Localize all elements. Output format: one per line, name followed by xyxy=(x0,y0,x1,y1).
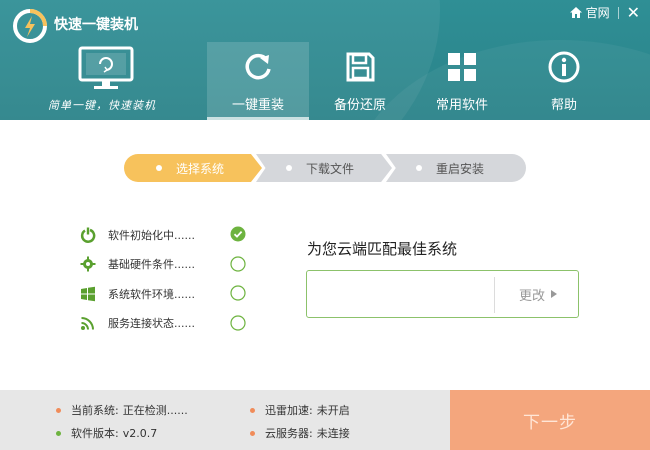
step-label: 下载文件 xyxy=(306,161,355,176)
step-progress: 选择系统 下载文件 重启安装 xyxy=(124,154,526,182)
status-key: 软件版本: xyxy=(71,427,119,440)
floppy-disk-icon xyxy=(346,52,375,82)
check-pending-icon xyxy=(230,314,246,331)
signal-icon xyxy=(81,317,94,331)
step-dot xyxy=(416,165,422,171)
app-header: 快速一键装机 官网 ✕ 简单一键，快速装机 一键重装 备份还原 常用软件 帮助 xyxy=(0,0,650,120)
website-link[interactable]: 官网 xyxy=(569,4,610,21)
monitor-icon xyxy=(78,46,134,89)
power-icon xyxy=(80,227,96,243)
main-nav: 一键重装 备份还原 常用软件 帮助 xyxy=(207,42,615,120)
match-divider xyxy=(494,277,495,313)
play-arrow-icon xyxy=(551,290,557,298)
change-label: 更改 xyxy=(518,288,545,304)
nav-label: 帮助 xyxy=(550,98,577,113)
top-bar: 官网 ✕ xyxy=(569,4,640,21)
status-value: 未开启 xyxy=(316,404,350,417)
step-dot xyxy=(156,165,162,171)
step-reboot-install: 重启安装 xyxy=(386,154,526,182)
matched-system-field[interactable] xyxy=(313,279,491,309)
list-item: 软件初始化中...... xyxy=(80,220,250,250)
home-icon xyxy=(569,7,582,18)
bullet-icon xyxy=(250,407,255,413)
check-label: 服务连接状态...... xyxy=(108,317,195,331)
status-key: 迅雷加速: xyxy=(265,404,313,417)
software-version-status: 软件版本: v2.0.7 xyxy=(56,425,157,441)
topbar-divider xyxy=(617,6,619,19)
thunder-accel-status: 迅雷加速: 未开启 xyxy=(250,402,350,418)
nav-one-click-reinstall[interactable]: 一键重装 xyxy=(207,42,309,120)
windows-icon xyxy=(81,286,95,301)
status-footer: 当前系统: 正在检测...... 软件版本: v2.0.7 迅雷加速: 未开启 … xyxy=(0,390,650,450)
nav-label: 备份还原 xyxy=(333,98,386,113)
bullet-icon xyxy=(250,430,255,436)
nav-common-software[interactable]: 常用软件 xyxy=(411,42,513,120)
bullet-icon xyxy=(56,407,61,413)
environment-check-list: 软件初始化中...... 基础硬件条件...... 系统软件环境...... 服… xyxy=(80,220,250,338)
step-label: 重启安装 xyxy=(436,161,485,176)
step-dot xyxy=(286,165,292,171)
check-label: 基础硬件条件...... xyxy=(108,258,195,272)
step-label: 选择系统 xyxy=(176,161,225,176)
app-logo-icon xyxy=(13,9,47,43)
list-item: 基础硬件条件...... xyxy=(80,250,250,280)
app-title: 快速一键装机 xyxy=(54,17,138,33)
check-done-icon xyxy=(230,226,246,242)
close-button[interactable]: ✕ xyxy=(627,4,640,20)
list-item: 服务连接状态...... xyxy=(80,309,250,339)
nav-label: 一键重装 xyxy=(231,98,284,113)
status-key: 云服务器: xyxy=(265,427,313,440)
status-value: 正在检测...... xyxy=(122,404,188,417)
bullet-icon xyxy=(56,430,61,436)
step-select-system: 选择系统 xyxy=(124,154,262,182)
check-label: 系统软件环境...... xyxy=(108,287,195,301)
status-key: 当前系统: xyxy=(71,404,119,417)
info-icon xyxy=(548,51,580,83)
website-label: 官网 xyxy=(585,6,610,20)
step-download-files: 下载文件 xyxy=(256,154,392,182)
status-value: v2.0.7 xyxy=(122,426,158,440)
next-step-button[interactable]: 下一步 xyxy=(450,390,650,450)
check-label: 软件初始化中...... xyxy=(108,228,195,242)
nav-label: 常用软件 xyxy=(435,98,488,113)
status-value: 未连接 xyxy=(316,427,350,440)
check-pending-icon xyxy=(230,255,246,272)
app-slogan: 简单一键，快速装机 xyxy=(48,99,156,112)
apps-grid-icon xyxy=(448,53,476,81)
system-match-box: 更改 xyxy=(306,270,579,318)
cog-icon xyxy=(80,256,96,272)
list-item: 系统软件环境...... xyxy=(80,279,250,309)
check-pending-icon xyxy=(230,285,246,301)
nav-backup-restore[interactable]: 备份还原 xyxy=(309,42,411,120)
refresh-icon xyxy=(245,53,271,80)
change-button[interactable]: 更改 xyxy=(499,271,577,317)
cloud-server-status: 云服务器: 未连接 xyxy=(250,425,350,441)
current-system-status: 当前系统: 正在检测...... xyxy=(56,402,188,418)
match-title: 为您云端匹配最佳系统 xyxy=(307,240,458,258)
nav-help[interactable]: 帮助 xyxy=(513,42,615,120)
